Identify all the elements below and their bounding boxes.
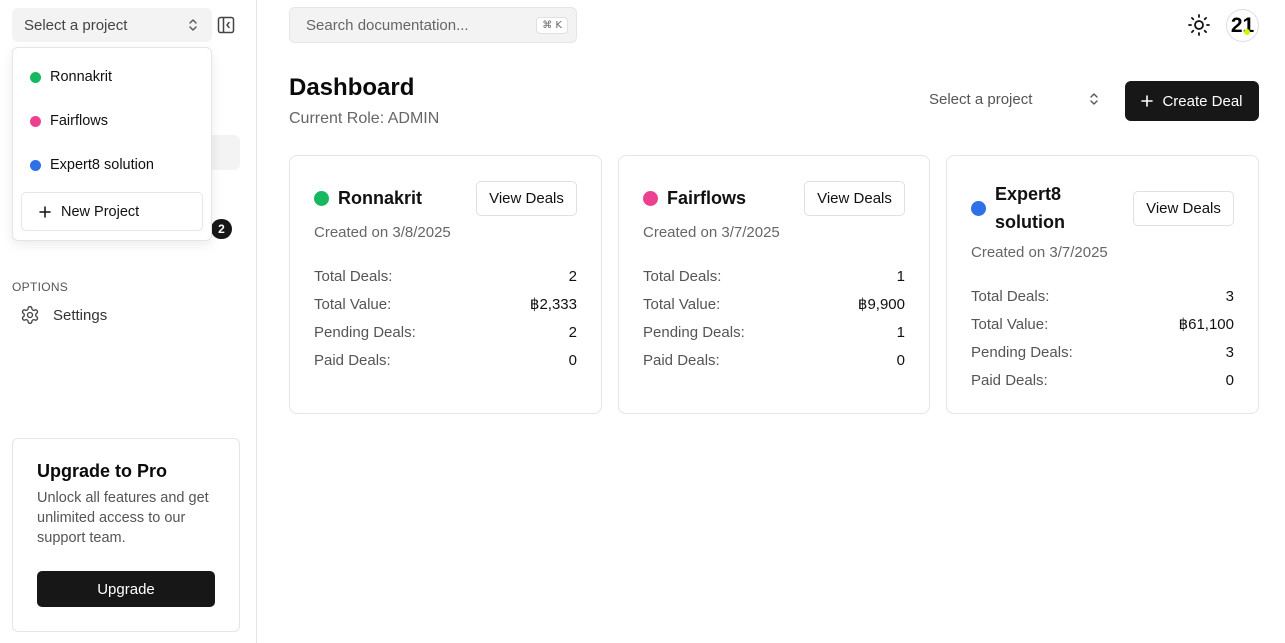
project-stats: Total Deals: 3 Total Value: ฿61,100 Pendin… (971, 282, 1234, 394)
created-date: Created on 3/7/2025 (643, 224, 780, 241)
project-color-dot (30, 71, 41, 83)
stat-value: 0 (896, 351, 905, 369)
project-card-title: Expert8 solution (971, 180, 1085, 236)
stat-value: ฿61,100 (1178, 316, 1234, 333)
project-filter-select[interactable]: Select a project (917, 84, 1113, 114)
avatar-accent-dot (1244, 29, 1250, 35)
new-project-button[interactable]: New Project (21, 192, 203, 231)
stat-row: Total Deals: 3 (971, 282, 1234, 310)
stat-row: Pending Deals: 2 (314, 318, 577, 346)
sun-icon[interactable] (1187, 13, 1211, 37)
create-deal-label: Create Deal (1162, 92, 1243, 110)
dropdown-item-label: Ronnakrit (50, 69, 113, 85)
stat-label: Pending Deals: (971, 343, 1073, 361)
avatar-text: 21 (1230, 13, 1255, 37)
stat-value: 1 (896, 267, 905, 285)
project-name: Expert8 solution (995, 184, 1065, 232)
stat-value: 0 (568, 351, 577, 369)
stat-row: Paid Deals: 0 (314, 346, 577, 374)
stat-label: Total Value: (643, 295, 721, 313)
created-date: Created on 3/8/2025 (314, 224, 451, 241)
project-select-value: Select a project (24, 16, 128, 34)
stat-value: 2 (568, 267, 577, 285)
chevrons-up-down-icon (189, 19, 197, 31)
dropdown-item-label: Fairflows (50, 113, 109, 129)
project-filter-value: Select a project (929, 90, 1033, 108)
upgrade-title: Upgrade to Pro (37, 461, 168, 481)
create-deal-button[interactable]: Create Deal (1125, 81, 1259, 121)
stat-label: Total Deals: (971, 287, 1050, 305)
sidebar-item-label: Settings (53, 306, 108, 324)
stat-label: Total Deals: (643, 267, 722, 285)
current-role: Current Role: ADMIN (289, 110, 440, 127)
page-title: Dashboard (289, 74, 415, 101)
view-deals-button[interactable]: View Deals (1133, 191, 1234, 226)
search-input[interactable] (306, 16, 526, 34)
stat-row: Total Deals: 1 (643, 262, 905, 290)
stat-value: 3 (1225, 343, 1234, 361)
plus-icon (39, 205, 51, 218)
dropdown-item-project[interactable]: Ronnakrit (30, 67, 112, 87)
stat-value: 2 (568, 323, 577, 341)
keyboard-shortcut-hint: ⌘ K (536, 16, 568, 34)
stat-row: Total Value: ฿2,333 (314, 290, 577, 318)
stat-row: Total Value: ฿61,100 (971, 310, 1234, 338)
stat-value: ฿9,900 (857, 296, 905, 313)
stat-row: Pending Deals: 1 (643, 318, 905, 346)
view-deals-button[interactable]: View Deals (804, 181, 905, 216)
avatar[interactable]: 21 (1226, 9, 1259, 42)
upgrade-card: Upgrade to Pro Unlock all features and g… (12, 438, 240, 632)
project-stats: Total Deals: 2 Total Value: ฿2,333 Pending… (314, 262, 577, 374)
stat-row: Total Value: ฿9,900 (643, 290, 905, 318)
stat-label: Paid Deals: (314, 351, 391, 369)
stat-label: Paid Deals: (971, 371, 1048, 389)
chevrons-up-down-icon (1090, 93, 1098, 105)
upgrade-button[interactable]: Upgrade (37, 571, 215, 607)
project-dropdown-menu: Ronnakrit Fairflows Expert8 solution New… (12, 47, 212, 241)
stat-row: Pending Deals: 3 (971, 338, 1234, 366)
project-color-dot (971, 200, 986, 216)
stat-label: Total Value: (314, 295, 392, 313)
stat-label: Paid Deals: (643, 351, 720, 369)
project-select[interactable]: Select a project (12, 8, 212, 42)
project-card-title: Ronnakrit (314, 188, 422, 209)
project-card-title: Fairflows (643, 188, 746, 209)
project-card: Expert8 solution View Deals Created on 3… (946, 155, 1259, 414)
stat-value: 0 (1225, 371, 1234, 389)
sidebar-item-settings[interactable]: Settings (20, 304, 107, 326)
project-stats: Total Deals: 1 Total Value: ฿9,900 Pending… (643, 262, 905, 374)
project-color-dot (314, 191, 329, 206)
stat-label: Pending Deals: (643, 323, 745, 341)
dropdown-item-project[interactable]: Fairflows (30, 111, 108, 131)
stat-label: Pending Deals: (314, 323, 416, 341)
stat-row: Paid Deals: 0 (643, 346, 905, 374)
stat-value: ฿2,333 (529, 296, 577, 313)
view-deals-button[interactable]: View Deals (476, 181, 577, 216)
project-color-dot (643, 191, 658, 206)
gear-icon (21, 306, 39, 324)
stat-label: Total Value: (971, 315, 1049, 333)
stat-row: Total Deals: 2 (314, 262, 577, 290)
stat-value: 1 (896, 323, 905, 341)
stat-row: Paid Deals: 0 (971, 366, 1234, 394)
search-bar[interactable]: ⌘ K (289, 7, 577, 43)
options-section-label: OPTIONS (12, 280, 69, 294)
project-name: Fairflows (667, 188, 747, 208)
project-name: Ronnakrit (338, 188, 423, 208)
project-color-dot (30, 115, 41, 127)
stat-label: Total Deals: (314, 267, 393, 285)
plus-icon (1141, 95, 1154, 107)
project-card: Fairflows View Deals Created on 3/7/2025… (618, 155, 930, 414)
stat-value: 3 (1225, 287, 1234, 305)
sidebar-collapse-icon[interactable] (217, 16, 235, 34)
new-project-label: New Project (61, 203, 140, 220)
notification-badge: 2 (211, 219, 232, 239)
project-card: Ronnakrit View Deals Created on 3/8/2025… (289, 155, 602, 414)
dropdown-item-label: Expert8 solution (50, 157, 154, 173)
dropdown-item-project[interactable]: Expert8 solution (30, 155, 154, 175)
upgrade-description: Unlock all features and get unlimited ac… (37, 490, 209, 546)
project-color-dot (30, 159, 41, 171)
created-date: Created on 3/7/2025 (971, 244, 1108, 261)
